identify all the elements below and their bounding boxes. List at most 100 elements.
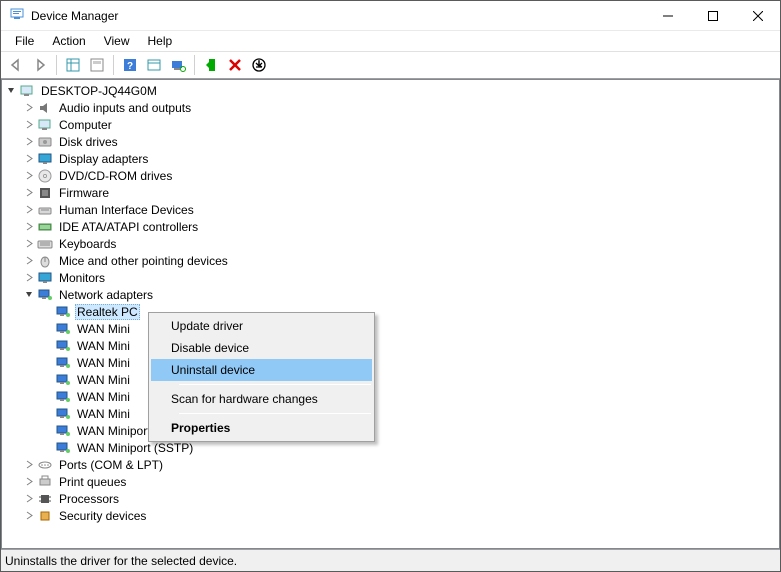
network-adapter-icon <box>55 338 71 354</box>
tree-label: WAN Mini <box>75 406 132 422</box>
tree-label: Mice and other pointing devices <box>57 253 230 269</box>
chevron-right-icon[interactable] <box>22 491 37 507</box>
close-button[interactable] <box>735 1 780 30</box>
chevron-right-icon[interactable] <box>22 457 37 473</box>
tree-label: Print queues <box>57 474 128 490</box>
tree-label: Display adapters <box>57 151 150 167</box>
content-area: DESKTOP-JQ44G0M Audio inputs and outputs… <box>1 79 780 549</box>
ctx-separator <box>179 384 371 385</box>
tree-label: Human Interface Devices <box>57 202 196 218</box>
network-adapter-icon <box>55 304 71 320</box>
network-adapter-icon <box>55 355 71 371</box>
tree-item[interactable]: Display adapters <box>22 150 779 167</box>
ctx-update-driver[interactable]: Update driver <box>151 315 372 337</box>
tree-item[interactable]: Keyboards <box>22 235 779 252</box>
tree-item[interactable]: Mice and other pointing devices <box>22 252 779 269</box>
chevron-right-icon[interactable] <box>22 202 37 218</box>
menubar: File Action View Help <box>1 31 780 51</box>
hid-icon <box>37 202 53 218</box>
chevron-right-icon[interactable] <box>22 117 37 133</box>
menu-action[interactable]: Action <box>44 32 93 50</box>
uninstall-button[interactable] <box>224 54 246 76</box>
network-adapter-icon <box>55 406 71 422</box>
toolbar-separator <box>113 55 114 75</box>
tree-item[interactable]: Human Interface Devices <box>22 201 779 218</box>
maximize-button[interactable] <box>690 1 735 30</box>
tree-label: Realtek PC <box>75 304 140 320</box>
chevron-right-icon[interactable] <box>22 151 37 167</box>
toolbar: ? <box>1 51 780 79</box>
processor-icon <box>37 491 53 507</box>
chevron-right-icon[interactable] <box>22 270 37 286</box>
network-adapter-icon <box>55 321 71 337</box>
tree-label: Keyboards <box>57 236 118 252</box>
status-text: Uninstalls the driver for the selected d… <box>5 554 237 568</box>
chevron-right-icon[interactable] <box>22 185 37 201</box>
tree-item[interactable]: Security devices <box>22 507 779 524</box>
forward-button[interactable] <box>29 54 51 76</box>
tree-item-network[interactable]: Network adapters <box>22 286 779 303</box>
ctx-disable-device[interactable]: Disable device <box>151 337 372 359</box>
device-tree[interactable]: DESKTOP-JQ44G0M Audio inputs and outputs… <box>1 79 780 549</box>
tree-item[interactable]: Monitors <box>22 269 779 286</box>
tree-label: WAN Mini <box>75 338 132 354</box>
tree-item[interactable]: Ports (COM & LPT) <box>22 456 779 473</box>
port-icon <box>37 457 53 473</box>
chevron-right-icon[interactable] <box>22 168 37 184</box>
tree-item[interactable]: Computer <box>22 116 779 133</box>
action-button[interactable] <box>143 54 165 76</box>
menu-help[interactable]: Help <box>140 32 181 50</box>
update-driver-button[interactable] <box>200 54 222 76</box>
show-hide-tree-button[interactable] <box>62 54 84 76</box>
help-button[interactable]: ? <box>119 54 141 76</box>
context-menu: Update driver Disable device Uninstall d… <box>148 312 375 442</box>
tree-label: WAN Mini <box>75 355 132 371</box>
chevron-right-icon[interactable] <box>22 236 37 252</box>
tree-item[interactable]: Firmware <box>22 184 779 201</box>
menu-file[interactable]: File <box>7 32 42 50</box>
security-icon <box>37 508 53 524</box>
tree-item[interactable]: IDE ATA/ATAPI controllers <box>22 218 779 235</box>
keyboard-icon <box>37 236 53 252</box>
chevron-right-icon[interactable] <box>22 508 37 524</box>
tree-item[interactable]: Print queues <box>22 473 779 490</box>
computer-icon <box>19 83 35 99</box>
network-adapter-icon <box>55 389 71 405</box>
back-button[interactable] <box>5 54 27 76</box>
menu-view[interactable]: View <box>96 32 138 50</box>
tree-root-label: DESKTOP-JQ44G0M <box>39 83 159 99</box>
toolbar-separator <box>194 55 195 75</box>
ctx-uninstall-device[interactable]: Uninstall device <box>151 359 372 381</box>
chevron-right-icon[interactable] <box>22 219 37 235</box>
properties-button[interactable] <box>86 54 108 76</box>
chevron-right-icon[interactable] <box>22 100 37 116</box>
tree-label: Ports (COM & LPT) <box>57 457 165 473</box>
dvd-icon <box>37 168 53 184</box>
network-adapter-icon <box>55 440 71 456</box>
chevron-down-icon[interactable] <box>22 287 37 303</box>
tree-root[interactable]: DESKTOP-JQ44G0M <box>4 82 779 99</box>
scan-hardware-button[interactable] <box>167 54 189 76</box>
tree-label: Disk drives <box>57 134 120 150</box>
minimize-button[interactable] <box>645 1 690 30</box>
tree-item[interactable]: Audio inputs and outputs <box>22 99 779 116</box>
tree-item[interactable]: DVD/CD-ROM drives <box>22 167 779 184</box>
print-icon <box>37 474 53 490</box>
ctx-scan-hardware[interactable]: Scan for hardware changes <box>151 388 372 410</box>
chevron-right-icon[interactable] <box>22 134 37 150</box>
disk-icon <box>37 134 53 150</box>
tree-item[interactable]: Processors <box>22 490 779 507</box>
chevron-right-icon[interactable] <box>22 253 37 269</box>
window-title: Device Manager <box>31 9 645 23</box>
ide-icon <box>37 219 53 235</box>
tree-item[interactable]: Disk drives <box>22 133 779 150</box>
chevron-right-icon[interactable] <box>22 474 37 490</box>
disable-button[interactable] <box>248 54 270 76</box>
chevron-down-icon[interactable] <box>4 83 19 99</box>
computer-icon <box>37 117 53 133</box>
ctx-properties[interactable]: Properties <box>151 417 372 439</box>
tree-label: IDE ATA/ATAPI controllers <box>57 219 200 235</box>
device-manager-window: Device Manager File Action View Help ? <box>0 0 781 572</box>
firmware-icon <box>37 185 53 201</box>
tree-label: DVD/CD-ROM drives <box>57 168 174 184</box>
